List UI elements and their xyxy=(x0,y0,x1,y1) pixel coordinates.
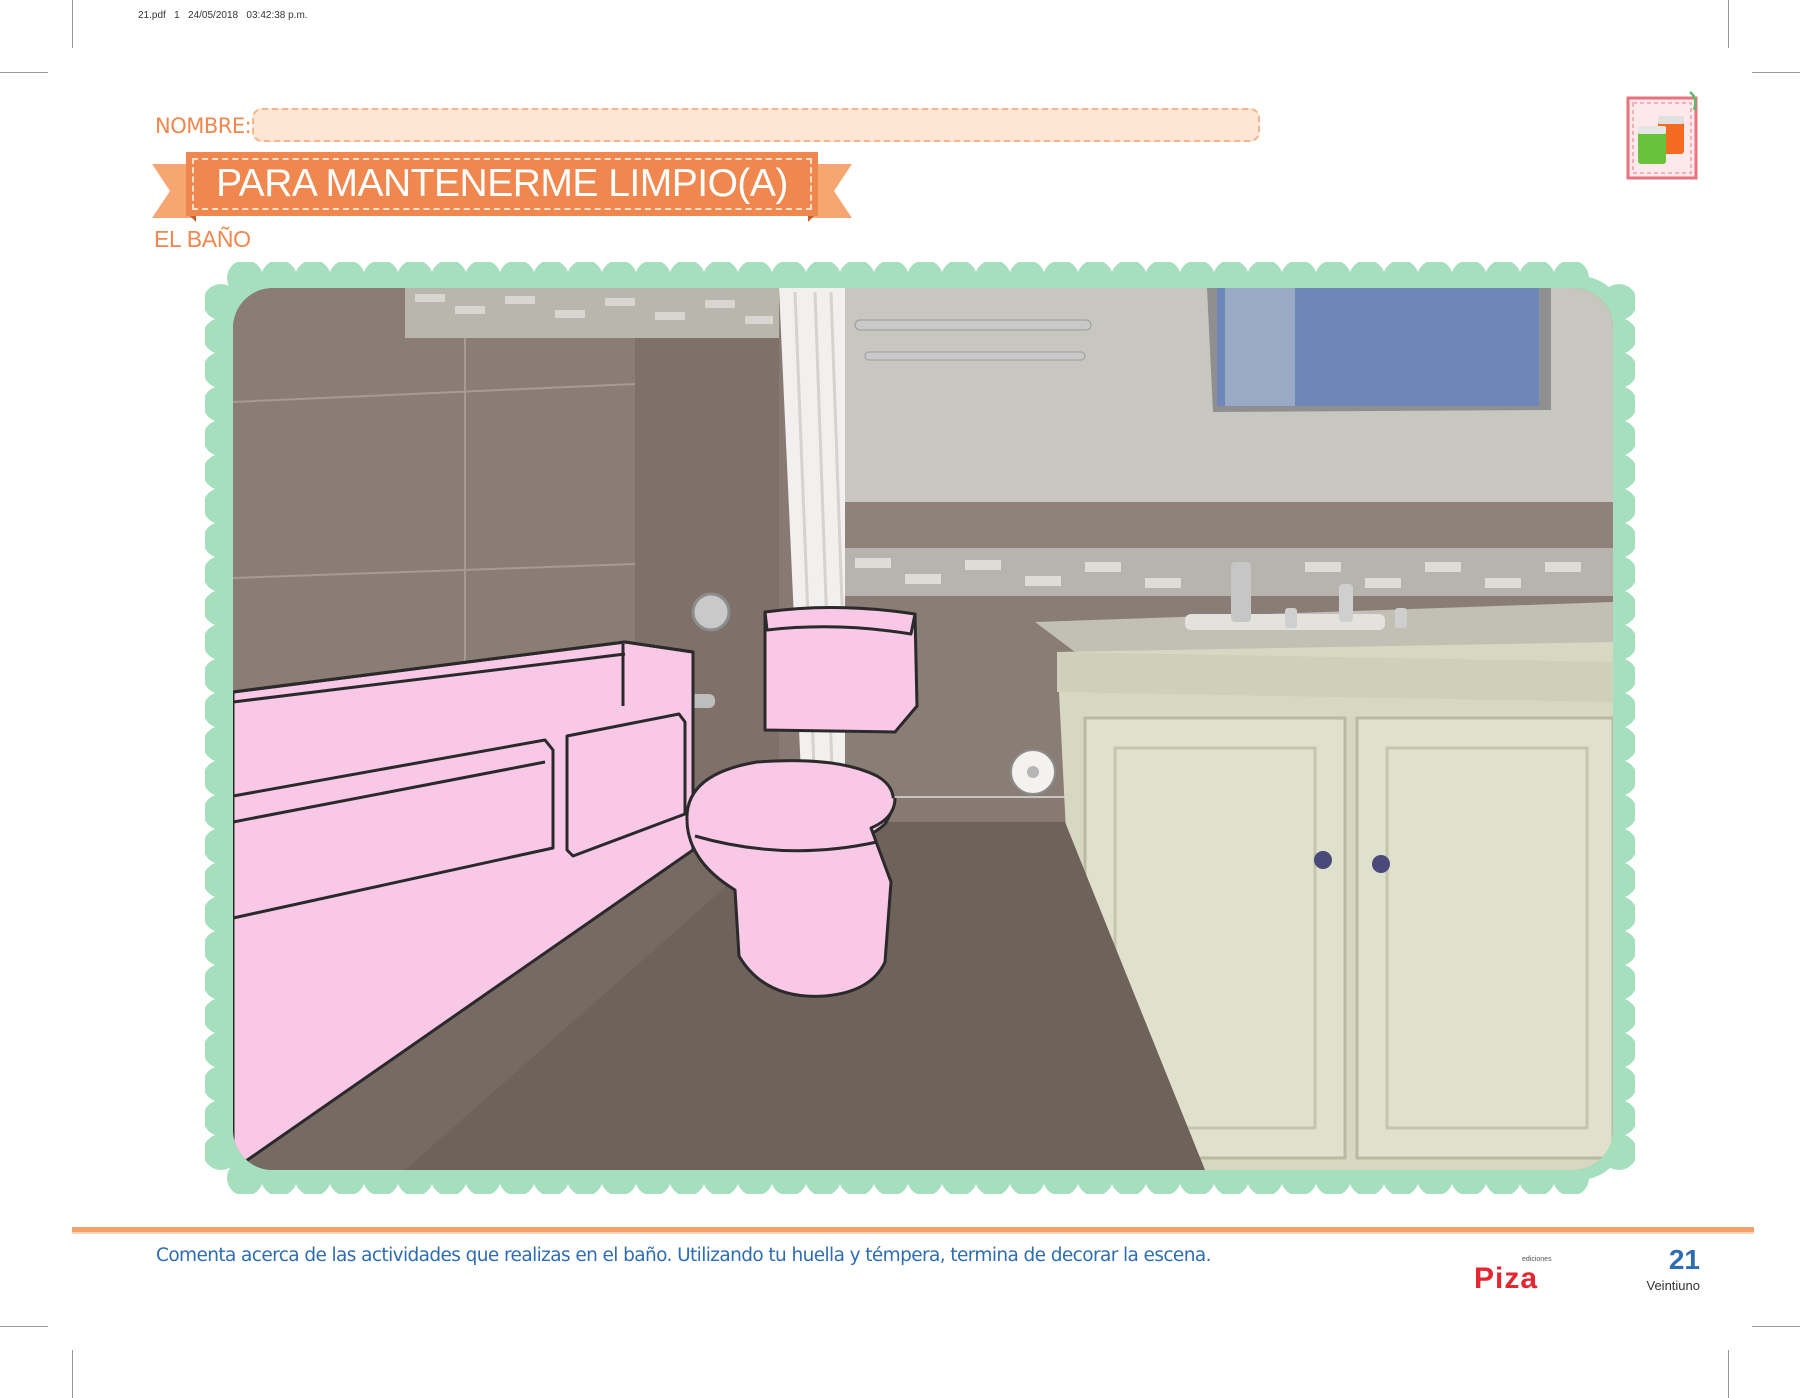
crop-mark xyxy=(1752,1326,1800,1327)
footer-divider-light xyxy=(72,1232,1754,1234)
paint-jars-icon xyxy=(1626,91,1698,180)
name-label: NOMBRE: xyxy=(155,114,252,138)
print-info: 21.pdf 1 24/05/2018 03:42:38 p.m. xyxy=(138,10,308,21)
section-subtitle: EL BAÑO xyxy=(154,226,251,252)
crop-mark xyxy=(1728,1350,1729,1398)
page-title: PARA MANTENERME LIMPIO(A) xyxy=(186,152,818,216)
publisher-logo: ediciones Piza xyxy=(1474,1256,1558,1296)
logo-text: Piza xyxy=(1474,1262,1539,1295)
crop-mark xyxy=(0,1326,48,1327)
name-field[interactable] xyxy=(252,108,1260,142)
crop-mark xyxy=(0,72,48,73)
crop-mark xyxy=(72,1350,73,1398)
page-number: 21 xyxy=(1668,1244,1700,1275)
scene-frame xyxy=(205,262,1635,1194)
crop-mark xyxy=(1728,0,1729,48)
page-number-word: Veintiuno xyxy=(1646,1278,1701,1293)
page-title-text: PARA MANTENERME LIMPIO(A) xyxy=(216,162,788,205)
crop-mark xyxy=(1752,72,1800,73)
activity-instructions: Comenta acerca de las actividades que re… xyxy=(156,1245,1211,1266)
bathroom-scene xyxy=(233,288,1613,1170)
crop-mark xyxy=(72,0,73,48)
